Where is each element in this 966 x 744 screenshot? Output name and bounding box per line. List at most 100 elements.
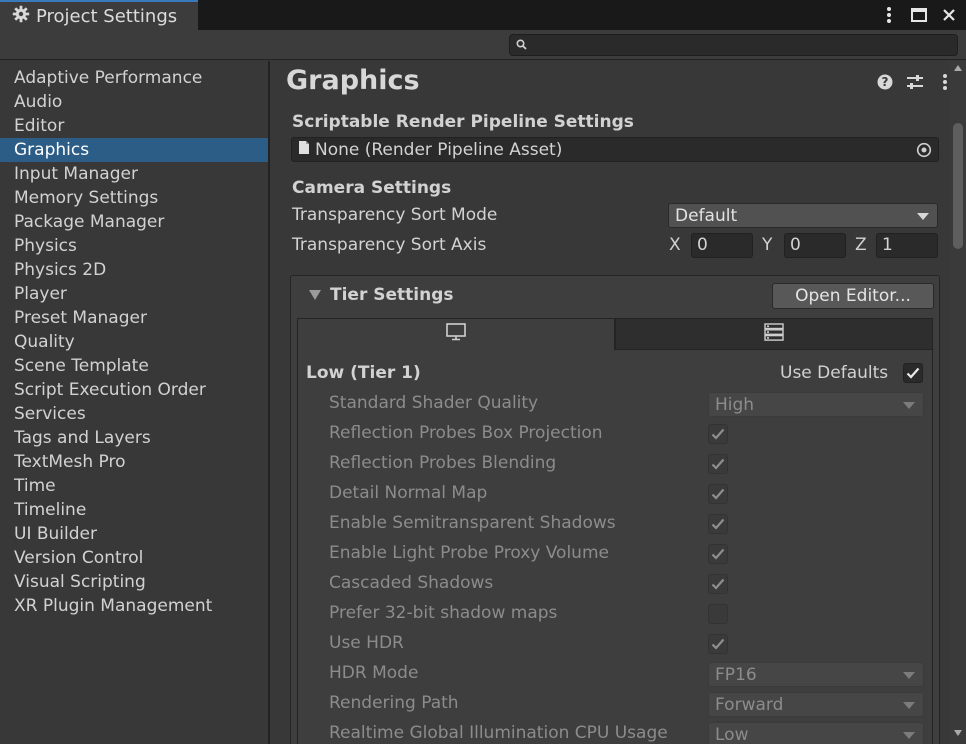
realtime-global-illumination-cpu-usage-label: Realtime Global Illumination CPU Usage [329,723,668,743]
kebab-menu-icon[interactable] [880,5,898,25]
reflection-probes-blending-checkbox[interactable] [708,454,728,474]
chevron-down-icon [903,732,915,739]
scroll-up-icon[interactable] [954,65,962,71]
axis-y-field[interactable]: 0 [784,233,846,258]
sidebar-item-memory-settings[interactable]: Memory Settings [0,186,268,210]
sidebar-item-physics-2d[interactable]: Physics 2D [0,258,268,282]
reflection-probes-blending-label: Reflection Probes Blending [329,453,557,473]
enable-semitransparent-shadows-label: Enable Semitransparent Shadows [329,513,616,533]
page-title: Graphics [286,65,420,96]
tier-settings-header[interactable]: Tier Settings Open Editor... [291,276,939,316]
use-defaults-label: Use Defaults [780,363,889,383]
tier-settings-box: Tier Settings Open Editor... Low (Tier 1… [290,275,940,744]
sort-axis-label: Transparency Sort Axis [292,235,487,255]
sidebar-item-scene-template[interactable]: Scene Template [0,354,268,378]
document-icon [298,140,310,160]
settings-sidebar: Adaptive Performance Audio Editor Graphics I… [0,61,270,744]
tab-server[interactable] [615,318,933,350]
rendering-path-label: Rendering Path [329,693,459,713]
use-defaults-checkbox[interactable] [903,363,923,383]
sidebar-item-editor[interactable]: Editor [0,114,268,138]
hdr-mode-dropdown[interactable]: FP16 [708,662,924,687]
search-icon [516,35,527,55]
search-bar [0,30,966,60]
sidebar-item-script-execution-order[interactable]: Script Execution Order [0,378,268,402]
standard-shader-quality-dropdown[interactable]: High [708,392,924,417]
vertical-scrollbar[interactable] [950,61,966,744]
sort-mode-value: Default [675,205,738,226]
rendering-path-dropdown[interactable]: Forward [708,692,924,717]
reflection-probes-box-projection-label: Reflection Probes Box Projection [329,423,603,443]
detail-normal-map-label: Detail Normal Map [329,483,488,503]
scroll-down-icon[interactable] [954,730,962,736]
camera-heading: Camera Settings [292,178,452,198]
sidebar-item-audio[interactable]: Audio [0,90,268,114]
server-icon [764,322,784,346]
sort-mode-dropdown[interactable]: Default [668,203,938,228]
sidebar-item-ui-builder[interactable]: UI Builder [0,522,268,546]
sort-mode-label: Transparency Sort Mode [292,205,498,225]
search-field[interactable] [509,34,958,56]
enable-light-probe-proxy-volume-label: Enable Light Probe Proxy Volume [329,543,609,563]
cascaded-shadows-checkbox[interactable] [708,574,728,594]
sidebar-item-visual-scripting[interactable]: Visual Scripting [0,570,268,594]
axis-y-label: Y [762,235,773,255]
preset-sliders-icon[interactable] [906,73,924,91]
foldout-arrow-icon[interactable] [309,290,321,300]
platform-tabs [297,318,933,350]
title-icons: ? [876,73,954,91]
object-picker-icon[interactable] [916,142,932,158]
render-pipeline-asset-field[interactable]: None (Render Pipeline Asset) [291,137,939,162]
hdr-mode-label: HDR Mode [329,663,419,683]
sidebar-item-graphics[interactable]: Graphics [0,138,268,162]
standard-shader-quality-value: High [715,394,755,415]
axis-x-label: X [669,235,681,255]
tab-standalone[interactable] [297,318,615,350]
sidebar-item-adaptive-performance[interactable]: Adaptive Performance [0,66,268,90]
help-icon[interactable]: ? [876,73,894,91]
hdr-mode-value: FP16 [715,664,757,685]
sidebar-item-xr-plugin-management[interactable]: XR Plugin Management [0,594,268,618]
sidebar-item-package-manager[interactable]: Package Manager [0,210,268,234]
sidebar-item-tags-and-layers[interactable]: Tags and Layers [0,426,268,450]
close-icon[interactable] [940,5,958,25]
use-hdr-checkbox[interactable] [708,634,728,654]
chevron-down-icon [903,672,915,679]
prefer-32-bit-shadow-maps-label: Prefer 32-bit shadow maps [329,603,558,623]
sidebar-item-player[interactable]: Player [0,282,268,306]
chevron-down-icon [903,402,915,409]
sidebar-item-version-control[interactable]: Version Control [0,546,268,570]
axis-z-field[interactable]: 1 [876,233,938,258]
rendering-path-value: Forward [715,694,784,715]
search-input[interactable] [533,37,957,53]
window-controls [880,0,958,30]
sidebar-item-preset-manager[interactable]: Preset Manager [0,306,268,330]
sidebar-item-textmesh-pro[interactable]: TextMesh Pro [0,450,268,474]
sidebar-item-physics[interactable]: Physics [0,234,268,258]
window-tab[interactable]: Project Settings [0,0,198,30]
sidebar-item-input-manager[interactable]: Input Manager [0,162,268,186]
enable-semitransparent-shadows-checkbox[interactable] [708,514,728,534]
srp-heading: Scriptable Render Pipeline Settings [292,112,634,132]
sidebar-item-quality[interactable]: Quality [0,330,268,354]
cascaded-shadows-label: Cascaded Shadows [329,573,494,593]
prefer-32-bit-shadow-maps-checkbox[interactable] [708,604,728,624]
enable-light-probe-proxy-volume-checkbox[interactable] [708,544,728,564]
sidebar-item-services[interactable]: Services [0,402,268,426]
monitor-icon [446,323,466,346]
gear-icon [12,5,30,28]
tier-title: Low (Tier 1) [306,363,421,383]
maximize-icon[interactable] [910,5,928,25]
render-pipeline-asset-value: None (Render Pipeline Asset) [315,139,563,160]
detail-normal-map-checkbox[interactable] [708,484,728,504]
open-editor-button[interactable]: Open Editor... [772,283,934,309]
axis-x-field[interactable]: 0 [691,233,753,258]
realtime-global-illumination-cpu-usage-dropdown[interactable]: Low [708,722,924,744]
chevron-down-icon [903,702,915,709]
title-bar: Project Settings [0,0,966,30]
sidebar-item-timeline[interactable]: Timeline [0,498,268,522]
sidebar-item-time[interactable]: Time [0,474,268,498]
scroll-thumb[interactable] [953,123,963,249]
reflection-probes-box-projection-checkbox[interactable] [708,424,728,444]
standard-shader-quality-label: Standard Shader Quality [329,393,539,413]
